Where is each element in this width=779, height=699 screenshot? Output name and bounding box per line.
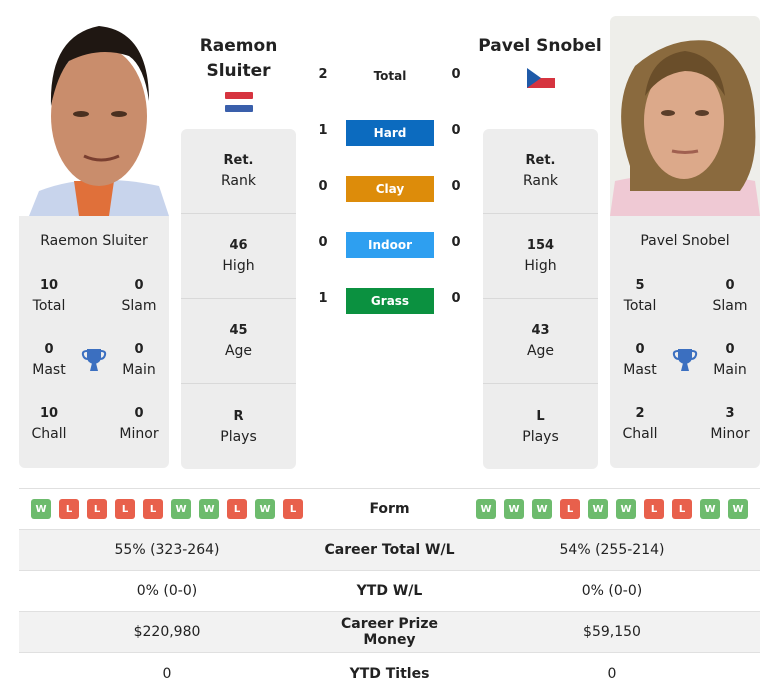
player1-rank: Ret. Rank: [181, 129, 296, 214]
player2-plays: L Plays: [522, 408, 559, 445]
player2-form-result-win[interactable]: W: [588, 499, 608, 519]
player1-high: 46 High: [181, 214, 296, 299]
player2-ytd-wl: 0% (0-0): [581, 583, 643, 599]
ytd-wl-label: YTD W/L: [356, 583, 423, 599]
player2-form-result-win[interactable]: W: [700, 499, 720, 519]
trophy-icon: [672, 347, 698, 377]
player2-info-column: Ret. Rank 154 High 43 Age L Plays: [483, 129, 598, 469]
surface-grass-button[interactable]: Grass: [346, 288, 434, 314]
player1-minor-titles: 0 Minor: [119, 406, 159, 442]
h2h-hard-p2: 0: [451, 123, 461, 138]
player2-career-wl: 54% (255-214): [559, 542, 665, 558]
netherlands-flag-icon: [225, 92, 253, 116]
player2-form-result-win[interactable]: W: [728, 499, 748, 519]
h2h-indoor-p2: 0: [451, 235, 461, 250]
player1-prize-money: $220,980: [133, 624, 201, 640]
player1-career-wl: 55% (323-264): [114, 542, 220, 558]
player2-total-titles: 5 Total: [623, 278, 657, 314]
player1-form-result-loss[interactable]: L: [115, 499, 135, 519]
player2-form: WWWLWWLLWW: [464, 499, 760, 519]
h2h-total-p2: 0: [451, 67, 461, 82]
player2-form-result-loss[interactable]: L: [644, 499, 664, 519]
czech-flag-icon: [527, 68, 555, 92]
surface-clay-button[interactable]: Clay: [346, 176, 434, 202]
player2-rank: Ret. Rank: [483, 129, 598, 214]
player2-age: 43 Age: [483, 299, 598, 384]
player2-photo: [610, 16, 760, 216]
player2-form-result-loss[interactable]: L: [672, 499, 692, 519]
player1-card-name: Raemon Sluiter: [40, 233, 148, 249]
player1-ytd-wl: 0% (0-0): [136, 583, 198, 599]
surface-indoor-button[interactable]: Indoor: [346, 232, 434, 258]
player1-total-titles: 10 Total: [32, 278, 66, 314]
player1-main-titles: 0 Main: [122, 342, 156, 378]
player1-form-result-win[interactable]: W: [255, 499, 275, 519]
h2h-total-p1: 2: [318, 67, 328, 82]
player2-mast-titles: 0 Mast: [623, 342, 657, 378]
form-row: WLLLLWWLWL Form WWWLWWLLWW: [19, 489, 760, 530]
player2-slam-titles: 0 Slam: [712, 278, 748, 314]
player1-form-result-loss[interactable]: L: [283, 499, 303, 519]
h2h-grass-p1: 1: [318, 291, 328, 306]
player1-titles-card: Raemon Sluiter 10 Total 0 Slam 0 Mast 0 Main…: [19, 216, 169, 468]
player1-chall-titles: 10 Chall: [31, 406, 67, 442]
player1-info-column: Ret. Rank 46 High 45 Age R Plays: [181, 129, 296, 469]
ytd-titles-label: YTD Titles: [349, 665, 430, 682]
player1-mast-titles: 0 Mast: [32, 342, 66, 378]
career-wl-row: 55% (323-264) Career Total W/L 54% (255-…: [19, 530, 760, 571]
player2-form-result-loss[interactable]: L: [560, 499, 580, 519]
player1-name[interactable]: Raemon Sluiter: [181, 34, 296, 84]
player2-minor-titles: 3 Minor: [710, 406, 750, 442]
player2-form-result-win[interactable]: W: [476, 499, 496, 519]
career-wl-label: Career Total W/L: [324, 542, 455, 558]
player2-form-result-win[interactable]: W: [616, 499, 636, 519]
prize-money-label: Career Prize Money: [340, 616, 438, 648]
prize-money-row: $220,980 Career Prize Money $59,150: [19, 612, 760, 653]
player2-titles-card: Pavel Snobel 5 Total 0 Slam 0 Mast 0 Main 2C…: [610, 216, 760, 468]
player1-photo: [19, 16, 169, 216]
player2-card-name: Pavel Snobel: [640, 233, 730, 249]
player2-form-result-win[interactable]: W: [504, 499, 524, 519]
player2-prize-money: $59,150: [583, 624, 641, 640]
player1-age: 45 Age: [181, 299, 296, 384]
player1-plays: R Plays: [220, 408, 257, 445]
ytd-wl-row: 0% (0-0) YTD W/L 0% (0-0): [19, 571, 760, 612]
player1-form-result-loss[interactable]: L: [227, 499, 247, 519]
player1-form-result-loss[interactable]: L: [87, 499, 107, 519]
player1-form-result-loss[interactable]: L: [143, 499, 163, 519]
h2h-grass-p2: 0: [451, 291, 461, 306]
player2-name[interactable]: Pavel Snobel: [470, 34, 610, 59]
player1-form: WLLLLWWLWL: [19, 499, 315, 519]
form-label: Form: [369, 501, 410, 517]
player2-ytd-titles: 0: [607, 665, 617, 682]
h2h-total-label: Total: [373, 69, 407, 83]
h2h-clay-p1: 0: [318, 179, 328, 194]
h2h-clay-p2: 0: [451, 179, 461, 194]
ytd-titles-row: 0 YTD Titles 0: [19, 653, 760, 694]
player2-high: 154 High: [483, 214, 598, 299]
player2-form-result-win[interactable]: W: [532, 499, 552, 519]
player1-form-result-loss[interactable]: L: [59, 499, 79, 519]
comparison-table: WLLLLWWLWL Form WWWLWWLLWW 55% (323-264)…: [19, 488, 760, 694]
h2h-indoor-p1: 0: [318, 235, 328, 250]
h2h-hard-p1: 1: [318, 123, 328, 138]
player1-form-result-win[interactable]: W: [199, 499, 219, 519]
trophy-icon: [81, 347, 107, 377]
player1-slam-titles: 0 Slam: [121, 278, 157, 314]
player1-ytd-titles: 0: [162, 665, 172, 682]
player2-chall-titles: 2 Chall: [622, 406, 658, 442]
surface-hard-button[interactable]: Hard: [346, 120, 434, 146]
player1-form-result-win[interactable]: W: [171, 499, 191, 519]
player1-form-result-win[interactable]: W: [31, 499, 51, 519]
player2-main-titles: 0 Main: [713, 342, 747, 378]
